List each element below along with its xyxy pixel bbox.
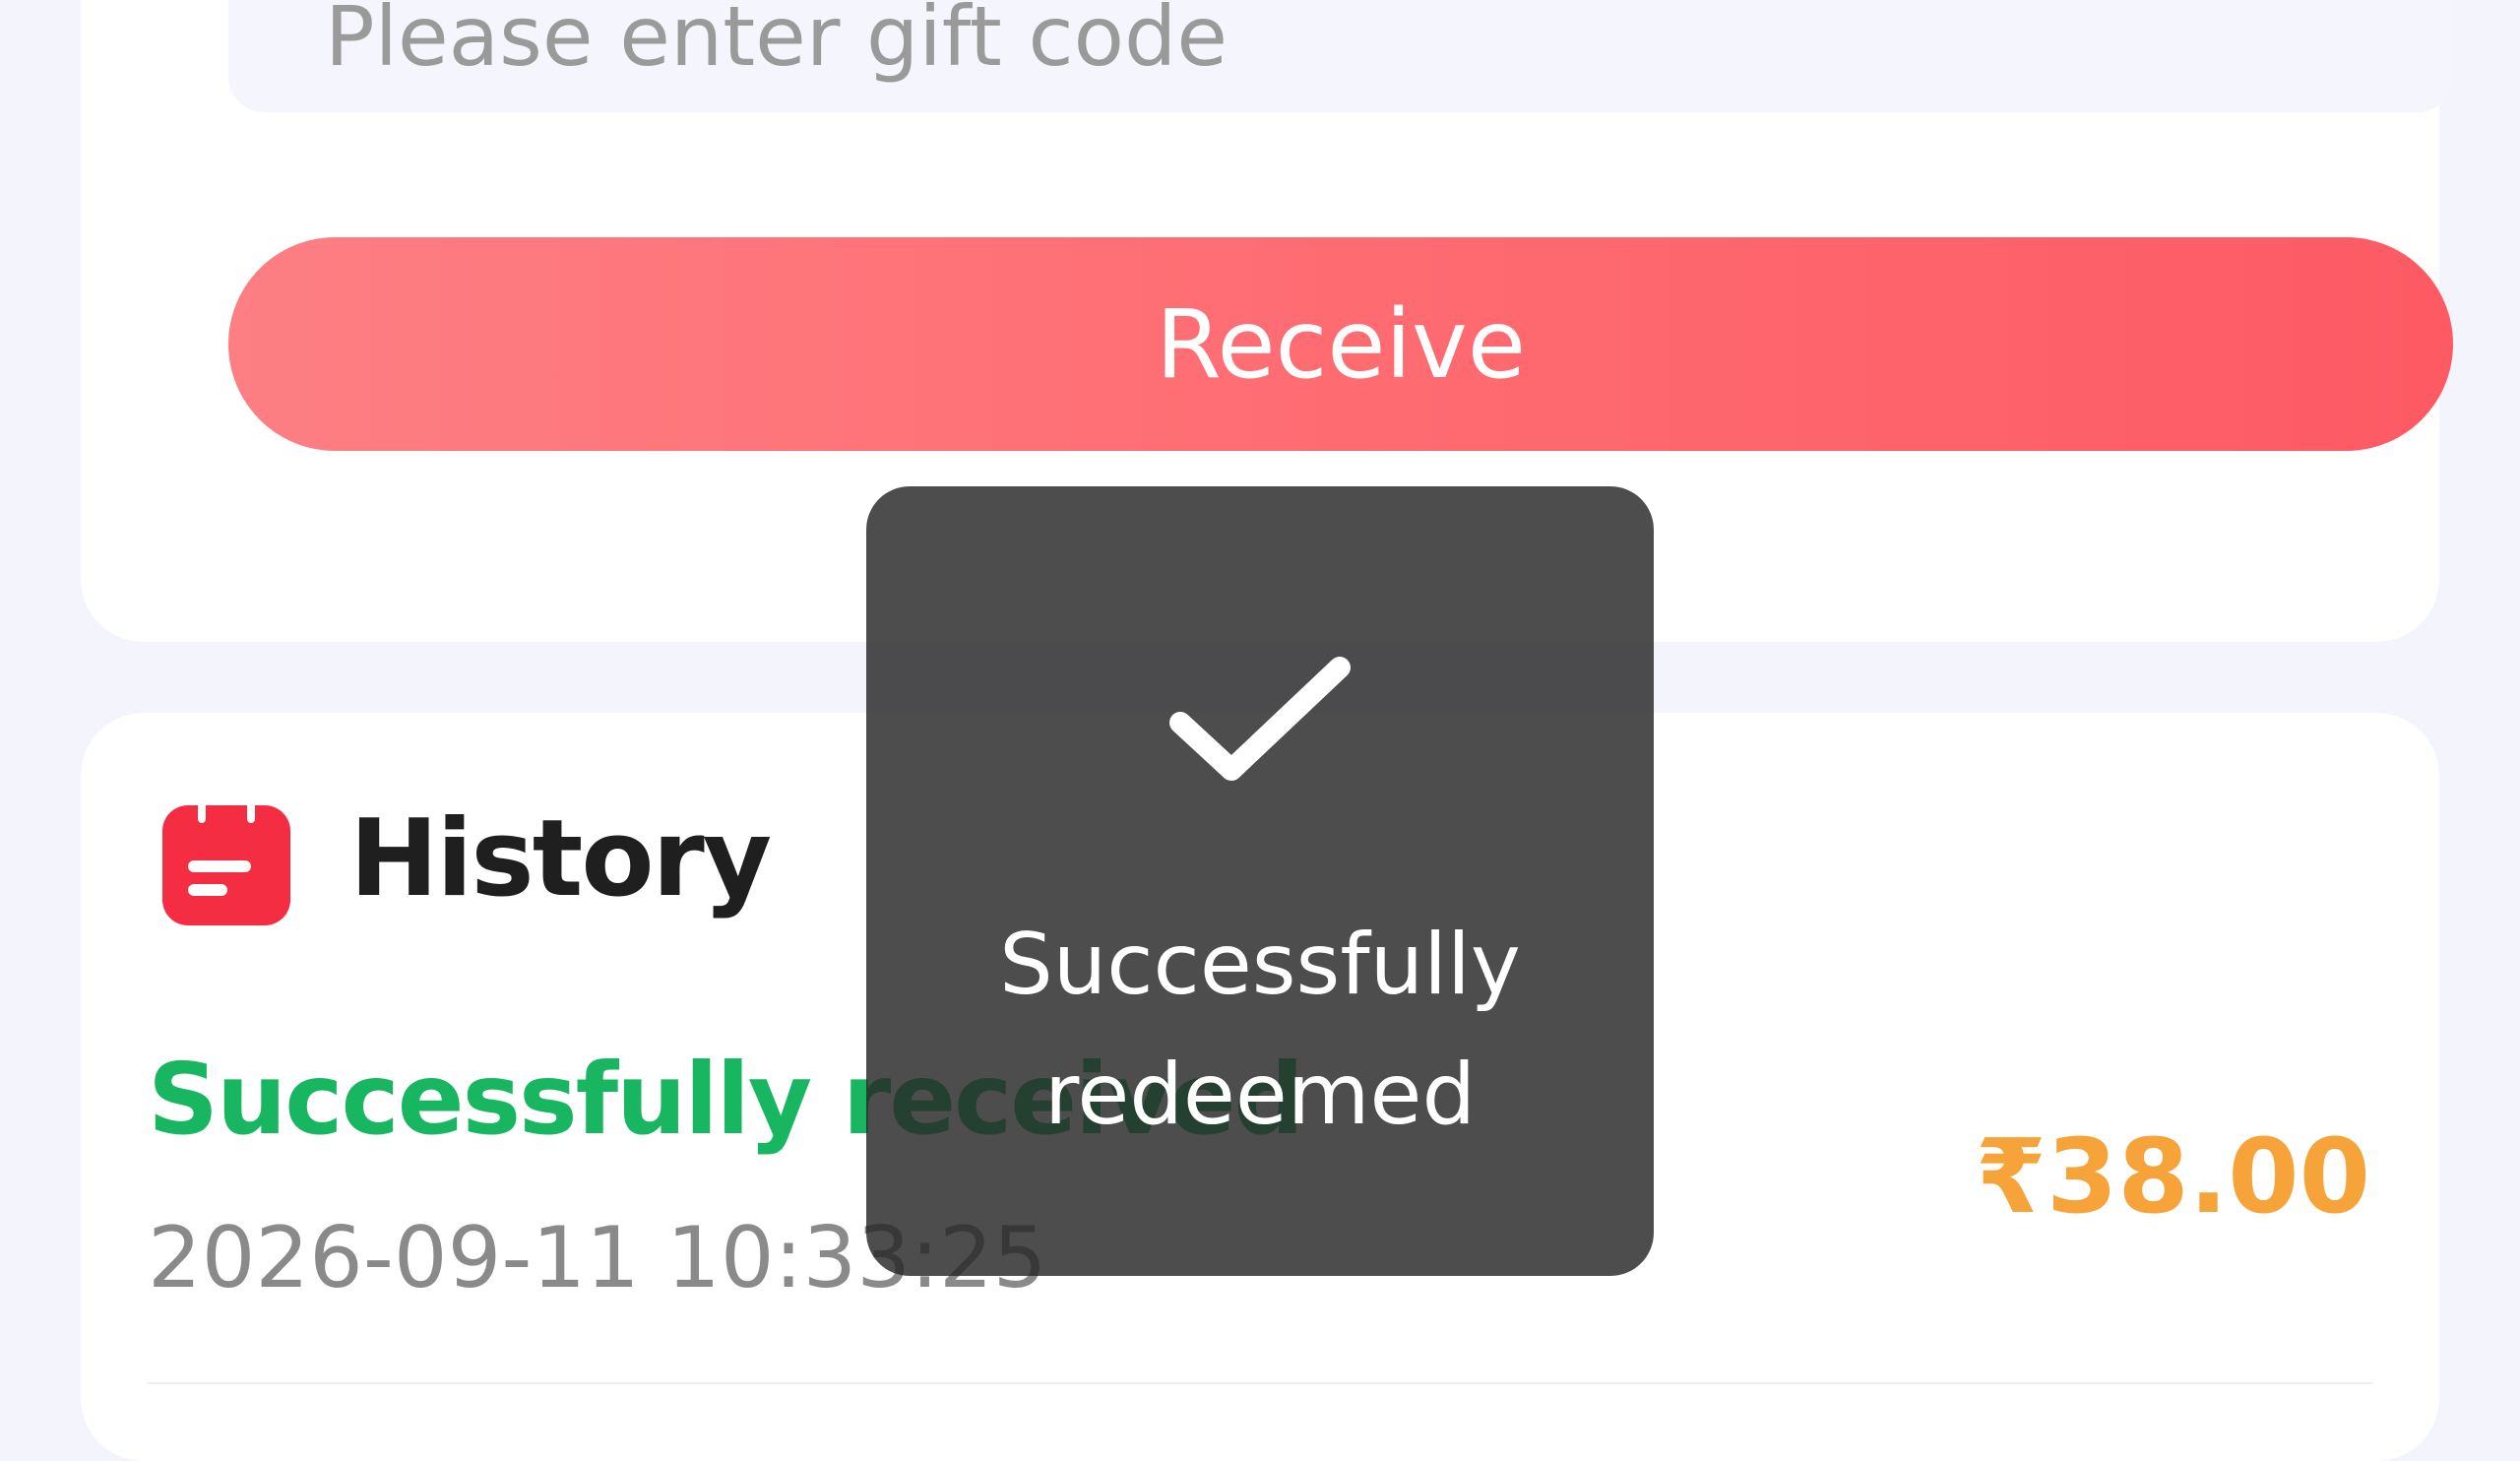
history-divider: [148, 1382, 2372, 1384]
success-toast: Successfully redeemed: [866, 486, 1654, 1276]
history-record-amount: ₹38.00: [1975, 1116, 2370, 1237]
toast-message: Successfully redeemed: [999, 916, 1521, 1144]
receive-button[interactable]: Receive: [228, 237, 2453, 451]
gift-code-input[interactable]: [228, 0, 2453, 112]
history-title: History: [349, 797, 772, 921]
checkmark-icon: [1169, 657, 1351, 781]
calendar-icon: [162, 797, 290, 925]
